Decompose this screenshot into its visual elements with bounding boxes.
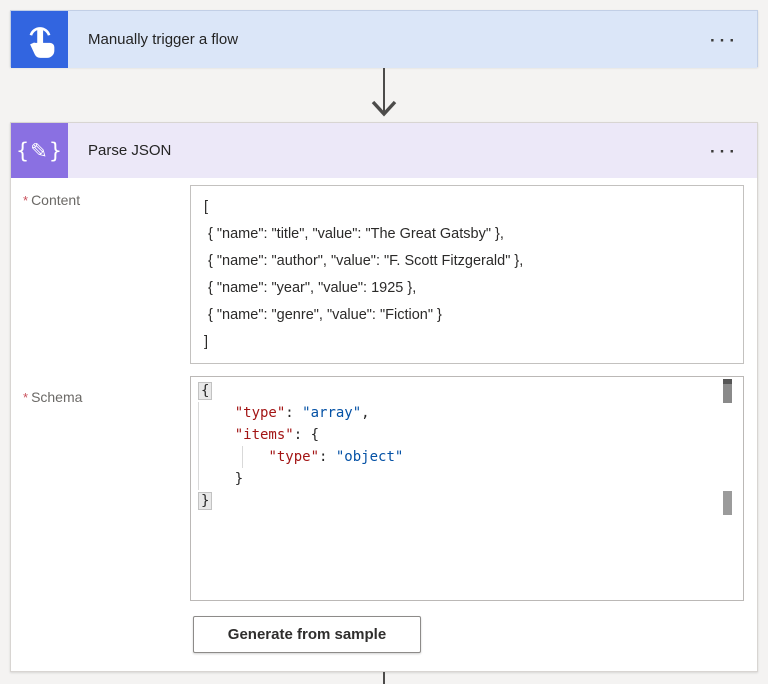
- content-input[interactable]: [ { "name": "title", "value": "The Great…: [190, 185, 744, 364]
- schema-scrollbar-thumb[interactable]: [723, 379, 732, 403]
- schema-scrollbar-mark[interactable]: [723, 491, 732, 515]
- content-json-line: { "name": "year", "value": 1925 },: [204, 280, 417, 296]
- trigger-card[interactable]: Manually trigger a flow ···: [10, 10, 758, 68]
- content-json-line: [: [204, 199, 209, 215]
- parse-json-icon: {✎}: [11, 123, 68, 178]
- trigger-card-header[interactable]: Manually trigger a flow ···: [11, 11, 757, 68]
- schema-required-star: *: [23, 390, 29, 405]
- schema-code-line: "type": "array",: [234, 405, 370, 421]
- content-required-star: *: [23, 193, 29, 208]
- parse-json-card-body: * Content [ { "name": "title", "value": "…: [11, 178, 757, 671]
- content-json-line: ]: [204, 334, 209, 350]
- schema-code-line: "items": {: [234, 427, 320, 443]
- parse-json-card: {✎} Parse JSON ··· * Content [ { "name": …: [10, 122, 758, 672]
- content-field-label: * Content: [23, 192, 81, 208]
- content-json-line: { "name": "title", "value": "The Great G…: [204, 226, 504, 242]
- parse-json-card-header[interactable]: {✎} Parse JSON ···: [11, 123, 757, 178]
- connector-arrow-icon: [371, 68, 397, 117]
- schema-field-label: * Schema: [23, 389, 83, 405]
- flow-designer-canvas: Manually trigger a flow ··· {✎} Parse JS…: [0, 0, 768, 684]
- schema-code-line: "type": "object": [268, 449, 404, 465]
- schema-editor[interactable]: { "type": "array", "items": { "type": "o…: [190, 376, 744, 601]
- indent-guide: [198, 402, 199, 490]
- trigger-title: Manually trigger a flow: [88, 31, 239, 48]
- schema-code-line: {: [199, 383, 212, 399]
- parse-json-title: Parse JSON: [88, 142, 172, 159]
- manual-trigger-icon: [11, 11, 68, 68]
- trigger-header-bar[interactable]: Manually trigger a flow ···: [68, 11, 757, 68]
- parse-json-header-bar[interactable]: Parse JSON ···: [68, 123, 757, 178]
- schema-code-line: }: [199, 493, 212, 509]
- content-json-line: { "name": "author", "value": "F. Scott F…: [204, 253, 524, 269]
- connector-line: [383, 672, 385, 684]
- content-json-line: { "name": "genre", "value": "Fiction" }: [204, 307, 442, 323]
- generate-from-sample-button[interactable]: Generate from sample: [193, 616, 421, 653]
- schema-code-line: }: [201, 471, 244, 487]
- trigger-more-options-icon[interactable]: ···: [710, 30, 739, 49]
- parse-json-more-options-icon[interactable]: ···: [710, 141, 739, 160]
- schema-code[interactable]: { "type": "array", "items": { "type": "o…: [199, 380, 404, 512]
